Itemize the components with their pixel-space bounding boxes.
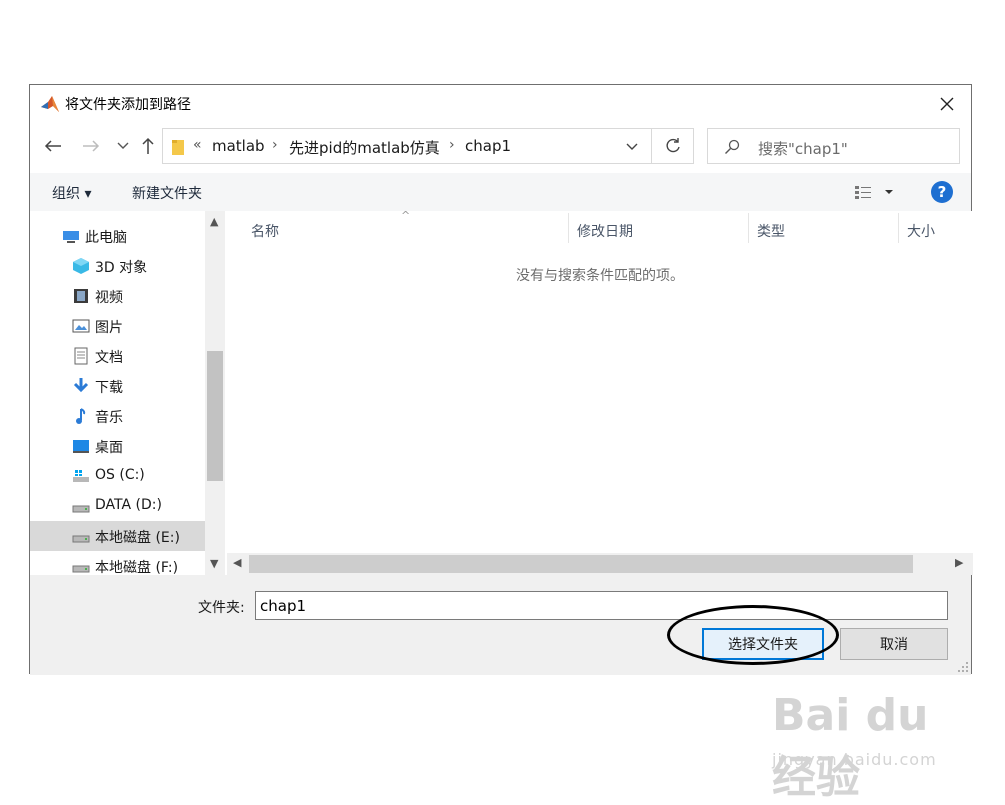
video-icon	[74, 289, 88, 303]
sidebar-item-local-disk-f[interactable]: 本地磁盘 (F:)	[30, 551, 205, 575]
address-dropdown-icon[interactable]	[625, 139, 639, 153]
sidebar-item-label: 本地磁盘 (E:)	[95, 530, 180, 546]
breadcrumb-pid-sim[interactable]: 先进pid的matlab仿真	[289, 137, 440, 158]
close-icon[interactable]	[935, 92, 959, 116]
scroll-up-arrow-icon[interactable]: ▲	[210, 215, 218, 228]
sidebar-item-videos[interactable]: 视频	[30, 281, 205, 311]
sidebar-item-label: 3D 对象	[95, 260, 148, 276]
view-options-icon[interactable]	[854, 184, 894, 200]
sidebar-item-label: DATA (D:)	[95, 497, 162, 513]
sidebar-item-os-c[interactable]: OS (C:)	[30, 461, 205, 491]
column-divider[interactable]	[898, 213, 899, 243]
sidebar-item-label: 音乐	[95, 410, 123, 426]
sidebar-item-label: 桌面	[95, 440, 123, 456]
sidebar-item-label: 图片	[95, 320, 123, 336]
desktop-icon	[73, 440, 89, 453]
folder-field-label: 文件夹:	[198, 600, 245, 616]
organize-menu[interactable]: 组织 ▾	[52, 183, 91, 203]
sidebar-item-label: OS (C:)	[95, 467, 145, 483]
sidebar-item-label: 本地磁盘 (F:)	[95, 560, 179, 575]
column-header-date-modified[interactable]: 修改日期	[577, 221, 633, 241]
add-folder-dialog: 将文件夹添加到路径 « matlab › 先进pid的matlab仿真 › ch	[29, 84, 973, 675]
sidebar-item-this-pc[interactable]: 此电脑	[30, 221, 205, 251]
drive-icon	[72, 535, 90, 543]
3d-objects-icon	[73, 258, 89, 274]
sidebar-item-label: 下载	[95, 380, 123, 396]
sidebar-item-data-d[interactable]: DATA (D:)	[30, 491, 205, 521]
sidebar-item-label: 视频	[95, 290, 123, 306]
baidu-watermark: Bai du 经验 jingyan.baidu.com	[772, 690, 972, 803]
search-icon	[725, 139, 740, 154]
command-toolbar: 组织 ▾ 新建文件夹 ?	[30, 173, 971, 211]
folder-name-input[interactable]	[255, 591, 948, 620]
recent-dropdown-icon[interactable]	[112, 135, 134, 157]
column-divider[interactable]	[748, 213, 749, 243]
watermark-url: jingyan.baidu.com	[772, 750, 937, 769]
sidebar-item-music[interactable]: 音乐	[30, 401, 205, 431]
scroll-right-arrow-icon[interactable]: ▶	[955, 556, 963, 569]
refresh-icon	[666, 138, 680, 153]
watermark-logo-text: Bai du 经验	[772, 690, 929, 803]
horizontal-scrollbar[interactable]: ◀ ▶	[227, 553, 973, 575]
folder-icon	[172, 140, 184, 155]
picture-icon	[72, 319, 90, 333]
back-arrow-icon[interactable]	[42, 135, 64, 157]
sidebar-scrollbar[interactable]: ▲ ▼	[205, 211, 225, 575]
sidebar-scroll-thumb[interactable]	[207, 351, 223, 481]
breadcrumb-chap1[interactable]: chap1	[465, 137, 511, 155]
pc-icon	[63, 231, 79, 243]
sidebar-item-label: 此电脑	[85, 230, 127, 246]
content-area: 此电脑 3D 对象 视频 图片 文档 下载 音乐 桌面 OS (C:) DATA…	[30, 209, 973, 575]
column-divider[interactable]	[568, 213, 569, 243]
dialog-footer: 文件夹: 选择文件夹 取消	[30, 575, 971, 675]
breadcrumb-matlab[interactable]: matlab	[212, 137, 265, 155]
search-box[interactable]: 搜索"chap1"	[707, 128, 960, 164]
matlab-logo-icon	[41, 96, 59, 112]
file-list[interactable]: ^ 名称 修改日期 类型 大小 没有与搜索条件匹配的项。 ◀ ▶	[227, 209, 973, 575]
scroll-down-arrow-icon[interactable]: ▼	[210, 557, 218, 570]
sidebar-item-downloads[interactable]: 下载	[30, 371, 205, 401]
scroll-left-arrow-icon[interactable]: ◀	[233, 556, 241, 569]
music-icon	[76, 408, 86, 424]
address-bar[interactable]: « matlab › 先进pid的matlab仿真 › chap1	[162, 128, 652, 164]
forward-arrow-icon[interactable]	[80, 135, 102, 157]
sidebar-item-documents[interactable]: 文档	[30, 341, 205, 371]
cancel-button[interactable]: 取消	[840, 628, 948, 660]
download-icon	[73, 378, 89, 393]
sidebar-item-desktop[interactable]: 桌面	[30, 431, 205, 461]
column-header-size[interactable]: 大小	[907, 221, 935, 241]
new-folder-button[interactable]: 新建文件夹	[132, 183, 202, 203]
window-title: 将文件夹添加到路径	[65, 97, 191, 113]
document-icon	[74, 347, 88, 365]
help-icon[interactable]: ?	[931, 181, 953, 203]
os-drive-icon	[73, 470, 89, 482]
highlight-ellipse	[667, 605, 839, 665]
refresh-button[interactable]	[652, 128, 694, 164]
navigation-pane[interactable]: 此电脑 3D 对象 视频 图片 文档 下载 音乐 桌面 OS (C:) DATA…	[30, 211, 205, 575]
title-bar: 将文件夹添加到路径	[30, 85, 971, 123]
sort-indicator-icon: ^	[401, 209, 411, 222]
up-arrow-icon[interactable]	[137, 135, 159, 157]
empty-result-message: 没有与搜索条件匹配的项。	[516, 268, 684, 284]
horizontal-scroll-thumb[interactable]	[249, 555, 913, 573]
drive-icon	[72, 565, 90, 573]
sidebar-item-local-disk-e[interactable]: 本地磁盘 (E:)	[30, 521, 205, 551]
sidebar-item-3d-objects[interactable]: 3D 对象	[30, 251, 205, 281]
column-header-type[interactable]: 类型	[757, 221, 785, 241]
drive-icon	[72, 505, 90, 513]
sidebar-item-pictures[interactable]: 图片	[30, 311, 205, 341]
navigation-bar: « matlab › 先进pid的matlab仿真 › chap1 搜索"cha…	[30, 123, 971, 173]
column-header-name[interactable]: 名称	[251, 221, 279, 241]
search-input[interactable]: 搜索"chap1"	[758, 138, 848, 159]
sidebar-item-label: 文档	[95, 350, 123, 366]
breadcrumb-separator: ›	[272, 137, 278, 153]
breadcrumb-separator: ›	[449, 137, 455, 153]
resize-grip-icon[interactable]	[957, 661, 969, 673]
overflow-chevron[interactable]: «	[193, 137, 202, 153]
